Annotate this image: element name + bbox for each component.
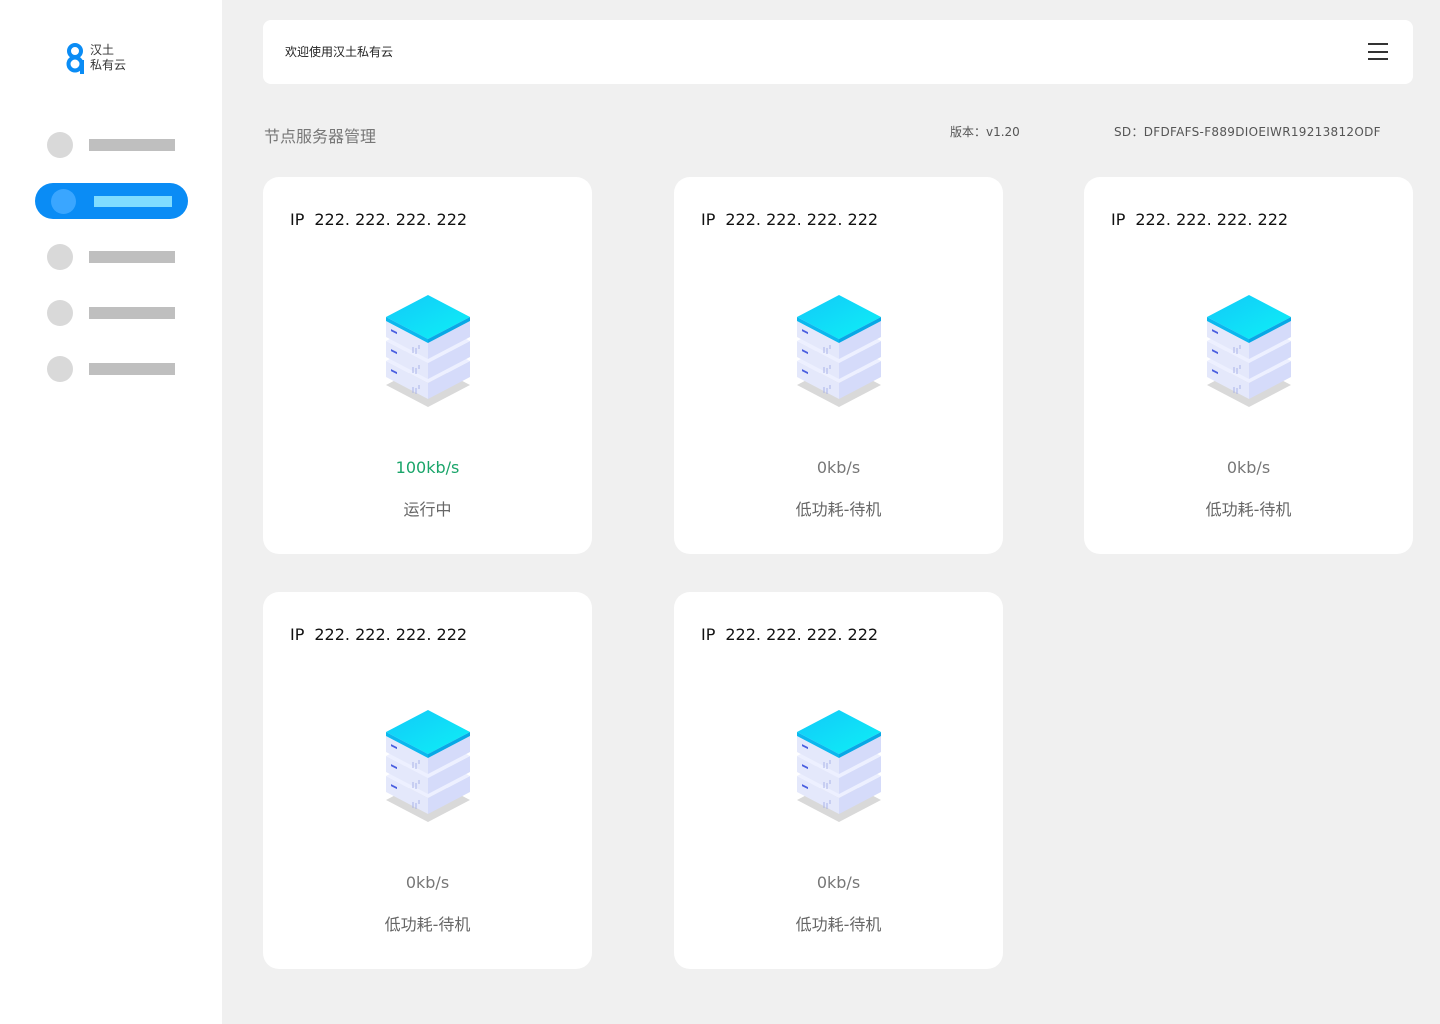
- nav-icon-placeholder: [47, 244, 73, 270]
- server-node-card[interactable]: IP 222. 222. 222. 222 0kb/s 低功耗-待机: [674, 592, 1003, 969]
- logo-icon: [66, 43, 84, 74]
- top-bar: 欢迎使用汉土私有云: [263, 20, 1413, 84]
- nav-label-placeholder: [94, 196, 172, 207]
- server-stack-icon: [794, 710, 884, 828]
- ip-label: IP: [1111, 210, 1126, 229]
- nav-icon-placeholder: [47, 300, 73, 326]
- sd-label: SD：DFDFAFS-F889DIOEIWR19213812ODF: [1114, 125, 1381, 139]
- ip-address: IP 222. 222. 222. 222: [701, 625, 878, 644]
- transfer-speed: 0kb/s: [1226, 458, 1271, 477]
- sidebar-item-5[interactable]: [35, 351, 188, 387]
- transfer-speed: 0kb/s: [816, 458, 861, 477]
- sidebar: 汉土 私有云: [0, 0, 222, 1024]
- ip-value: 222. 222. 222. 222: [725, 625, 879, 644]
- ip-value: 222. 222. 222. 222: [1135, 210, 1289, 229]
- node-status: 低功耗-待机: [795, 500, 882, 519]
- nav-label-placeholder: [89, 307, 175, 319]
- ip-address: IP 222. 222. 222. 222: [1111, 210, 1288, 229]
- sidebar-item-3[interactable]: [35, 239, 188, 275]
- nav-icon-placeholder: [51, 188, 76, 214]
- server-stack-icon: [794, 295, 884, 413]
- welcome-text: 欢迎使用汉土私有云: [285, 45, 394, 59]
- transfer-speed: 0kb/s: [405, 873, 450, 892]
- node-status: 低功耗-待机: [384, 915, 471, 934]
- server-node-card[interactable]: IP 222. 222. 222. 222 100kb/s 运行中: [263, 177, 592, 554]
- ip-label: IP: [290, 625, 305, 644]
- nav-label-placeholder: [89, 363, 175, 375]
- nav-label-placeholder: [89, 139, 175, 151]
- version-label: 版本：v1.20: [950, 125, 1020, 139]
- ip-address: IP 222. 222. 222. 222: [701, 210, 878, 229]
- ip-label: IP: [701, 210, 716, 229]
- server-stack-icon: [1204, 295, 1294, 413]
- ip-label: IP: [290, 210, 305, 229]
- sidebar-item-4[interactable]: [35, 295, 188, 331]
- node-status: 运行中: [403, 500, 452, 519]
- transfer-speed: 100kb/s: [395, 458, 460, 477]
- server-node-card[interactable]: IP 222. 222. 222. 222 0kb/s 低功耗-待机: [674, 177, 1003, 554]
- ip-address: IP 222. 222. 222. 222: [290, 625, 467, 644]
- server-stack-icon: [383, 710, 473, 828]
- ip-label: IP: [701, 625, 716, 644]
- nav-label-placeholder: [89, 251, 175, 263]
- ip-address: IP 222. 222. 222. 222: [290, 210, 467, 229]
- server-node-card[interactable]: IP 222. 222. 222. 222 0kb/s 低功耗-待机: [263, 592, 592, 969]
- ip-value: 222. 222. 222. 222: [314, 625, 468, 644]
- nav-icon-placeholder: [47, 132, 73, 158]
- server-stack-icon: [383, 295, 473, 413]
- transfer-speed: 0kb/s: [816, 873, 861, 892]
- nav-icon-placeholder: [47, 356, 73, 382]
- sidebar-item-2-active[interactable]: [35, 183, 188, 219]
- node-status: 低功耗-待机: [1205, 500, 1292, 519]
- ip-value: 222. 222. 222. 222: [314, 210, 468, 229]
- brand-logo[interactable]: 汉土 私有云: [66, 42, 126, 74]
- ip-value: 222. 222. 222. 222: [725, 210, 879, 229]
- brand-name: 汉土 私有云: [90, 43, 126, 73]
- brand-line-1: 汉土: [90, 43, 115, 57]
- server-node-card[interactable]: IP 222. 222. 222. 222 0kb/s 低功耗-待机: [1084, 177, 1413, 554]
- page-title: 节点服务器管理: [264, 127, 377, 146]
- node-status: 低功耗-待机: [795, 915, 882, 934]
- hamburger-menu-icon[interactable]: [1368, 43, 1388, 60]
- sidebar-item-1[interactable]: [35, 127, 188, 163]
- brand-line-2: 私有云: [90, 58, 127, 72]
